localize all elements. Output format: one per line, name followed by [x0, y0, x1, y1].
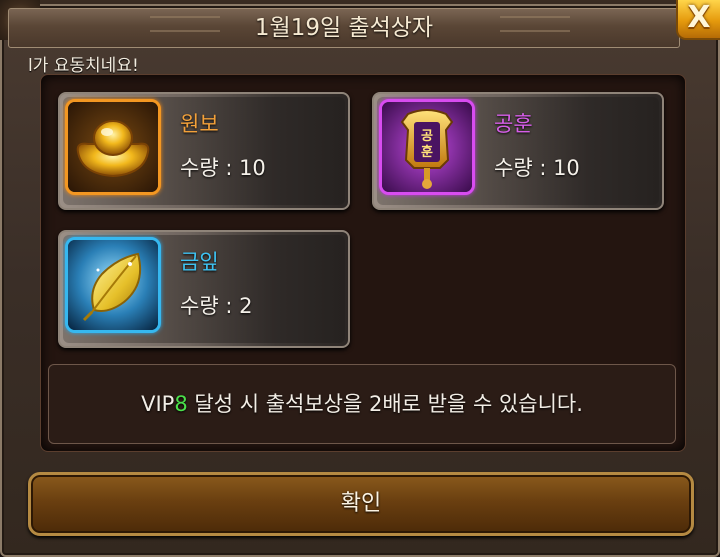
close-button[interactable]: X — [676, 0, 720, 40]
reward-card-merit[interactable]: 공 훈 공훈 수량 : 10 — [372, 92, 664, 210]
svg-text:공: 공 — [421, 129, 433, 144]
title-ornament-left — [150, 16, 220, 32]
gold-ingot-icon — [65, 99, 161, 195]
reward-card-gold-ingot[interactable]: 원보 수량 : 10 — [58, 92, 350, 210]
reward-name: 금잎 — [180, 250, 219, 274]
merit-token-icon: 공 훈 — [379, 99, 475, 195]
vip-level: 8 — [174, 392, 188, 416]
vip-bonus-message: VIP8 달성 시 출석보상을 2배로 받을 수 있습니다. — [48, 364, 676, 444]
reward-card-golden-leaf[interactable]: 금잎 수량 : 2 — [58, 230, 350, 348]
vip-prefix: VIP — [141, 392, 175, 416]
reward-name: 공훈 — [494, 112, 533, 136]
svg-text:훈: 훈 — [421, 144, 433, 160]
confirm-button[interactable]: 확인 — [28, 472, 694, 536]
close-icon: X — [687, 0, 711, 35]
dialog-title: 1월19일 출석상자 — [254, 15, 434, 41]
golden-leaf-icon — [65, 237, 161, 333]
reward-quantity: 수량 : 10 — [180, 156, 266, 180]
vip-message: 달성 시 출석보상을 2배로 받을 수 있습니다. — [187, 392, 583, 416]
confirm-label: 확인 — [340, 491, 382, 516]
reward-quantity: 수량 : 10 — [494, 156, 580, 180]
reward-name: 원보 — [180, 112, 219, 136]
notice-text: l가 요동치네요! — [28, 56, 139, 76]
title-ornament-right — [500, 16, 570, 32]
reward-quantity: 수량 : 2 — [180, 294, 253, 318]
dialog-title-bar: 1월19일 출석상자 — [8, 8, 680, 48]
